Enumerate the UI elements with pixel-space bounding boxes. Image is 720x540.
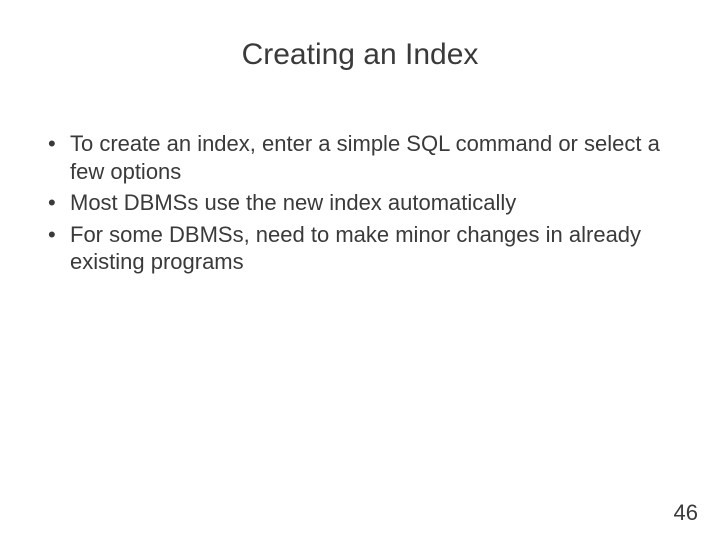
list-item: Most DBMSs use the new index automatical… (38, 189, 680, 217)
list-item: For some DBMSs, need to make minor chang… (38, 221, 680, 276)
page-number: 46 (674, 500, 698, 526)
slide-body: To create an index, enter a simple SQL c… (38, 130, 680, 280)
bullet-list: To create an index, enter a simple SQL c… (38, 130, 680, 276)
list-item: To create an index, enter a simple SQL c… (38, 130, 680, 185)
slide-title: Creating an Index (0, 38, 720, 72)
slide: Creating an Index To create an index, en… (0, 0, 720, 540)
